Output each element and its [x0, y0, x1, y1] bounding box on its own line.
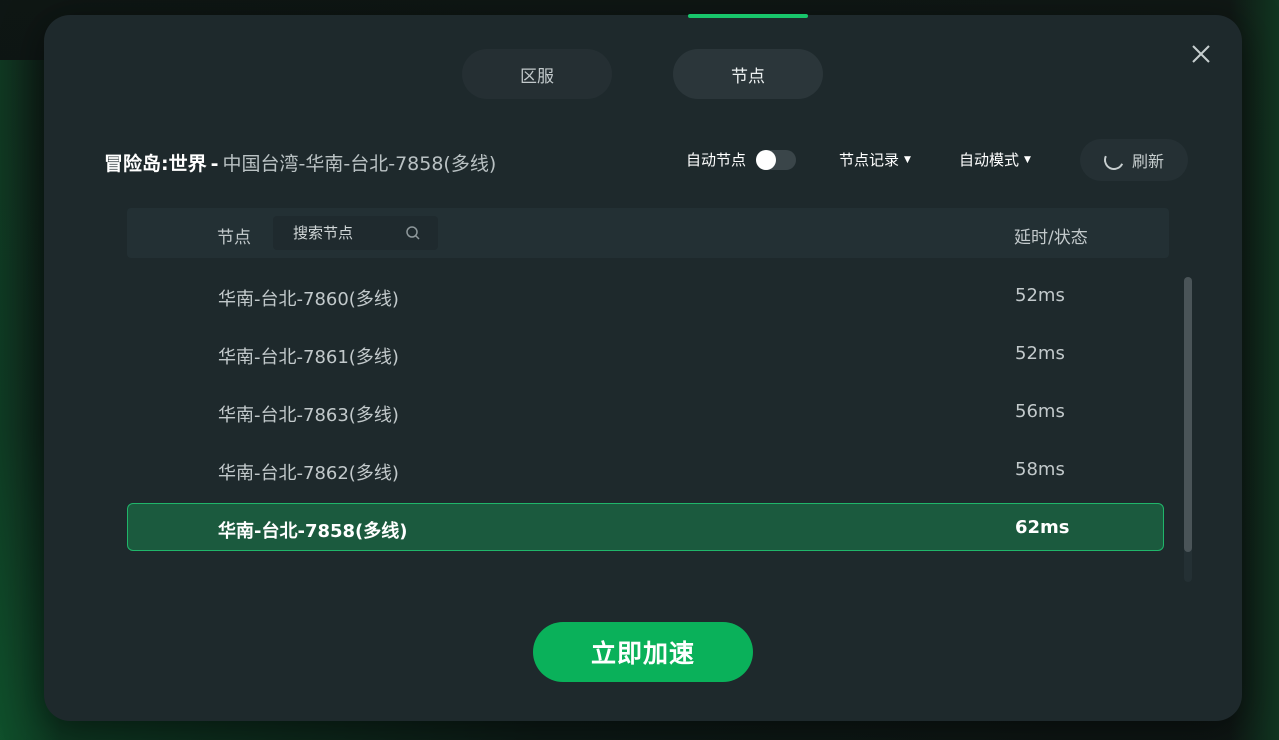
- refresh-button[interactable]: 刷新: [1080, 139, 1188, 181]
- node-name: 华南-台北-7863(多线): [218, 405, 399, 426]
- auto-node-control: 自动节点: [686, 149, 797, 170]
- node-latency: 56ms: [1015, 401, 1065, 422]
- node-row[interactable]: 华南-台北-7863(多线) 56ms: [127, 387, 1164, 435]
- page-title: 冒险岛:世界 - 中国台湾-华南-台北-7858(多线): [104, 149, 496, 176]
- accelerate-button[interactable]: 立即加速: [533, 622, 753, 682]
- node-record-label: 节点记录: [839, 151, 900, 169]
- auto-mode-label: 自动模式: [959, 151, 1020, 169]
- toggle-knob: [756, 149, 777, 170]
- node-latency: 62ms: [1015, 517, 1070, 538]
- node-name: 华南-台北-7861(多线): [218, 347, 399, 368]
- header-latency-label: 延时/状态: [1014, 228, 1088, 248]
- tab-region[interactable]: 区服: [462, 49, 612, 99]
- node-name: 华南-台北-7858(多线): [218, 521, 408, 542]
- auto-node-toggle[interactable]: [756, 149, 797, 170]
- tab-node[interactable]: 节点: [673, 49, 823, 99]
- refresh-label: 刷新: [1131, 152, 1164, 171]
- active-tab-indicator: [688, 14, 808, 18]
- game-name: 冒险岛:世界: [104, 153, 207, 175]
- node-list: 华南-台北-7860(多线) 52ms 华南-台北-7861(多线) 52ms …: [127, 271, 1164, 561]
- auto-mode-dropdown[interactable]: 自动模式 ▼: [959, 149, 1031, 170]
- node-row[interactable]: 华南-台北-7860(多线) 52ms: [127, 271, 1164, 319]
- current-node-name: 中国台湾-华南-台北-7858(多线): [222, 153, 497, 175]
- title-separator: -: [210, 153, 219, 175]
- caret-down-icon: ▼: [1024, 154, 1031, 165]
- node-selection-dialog: 区服 节点 冒险岛:世界 - 中国台湾-华南-台北-7858(多线) 自动节点 节点…: [44, 15, 1242, 721]
- close-button[interactable]: [1190, 43, 1212, 65]
- node-search-input[interactable]: [273, 224, 401, 242]
- auto-node-label: 自动节点: [686, 151, 747, 169]
- node-list-scrollbar[interactable]: [1184, 277, 1192, 582]
- refresh-icon: [1101, 147, 1127, 173]
- close-icon: [1192, 45, 1210, 63]
- scrollbar-thumb[interactable]: [1184, 277, 1192, 552]
- node-row-selected[interactable]: 华南-台北-7858(多线) 62ms: [127, 503, 1164, 551]
- node-name: 华南-台北-7860(多线): [218, 289, 399, 310]
- node-latency: 52ms: [1015, 343, 1065, 364]
- header-node-label: 节点: [217, 228, 251, 248]
- node-name: 华南-台北-7862(多线): [218, 463, 399, 484]
- caret-down-icon: ▼: [904, 154, 911, 165]
- node-record-dropdown[interactable]: 节点记录 ▼: [839, 149, 911, 170]
- node-latency: 52ms: [1015, 285, 1065, 306]
- node-search-box: [273, 216, 438, 250]
- search-icon[interactable]: [405, 225, 421, 241]
- node-row[interactable]: 华南-台北-7862(多线) 58ms: [127, 445, 1164, 493]
- node-row[interactable]: 华南-台北-7861(多线) 52ms: [127, 329, 1164, 377]
- node-list-header: 节点 延时/状态: [127, 208, 1169, 258]
- node-latency: 58ms: [1015, 459, 1065, 480]
